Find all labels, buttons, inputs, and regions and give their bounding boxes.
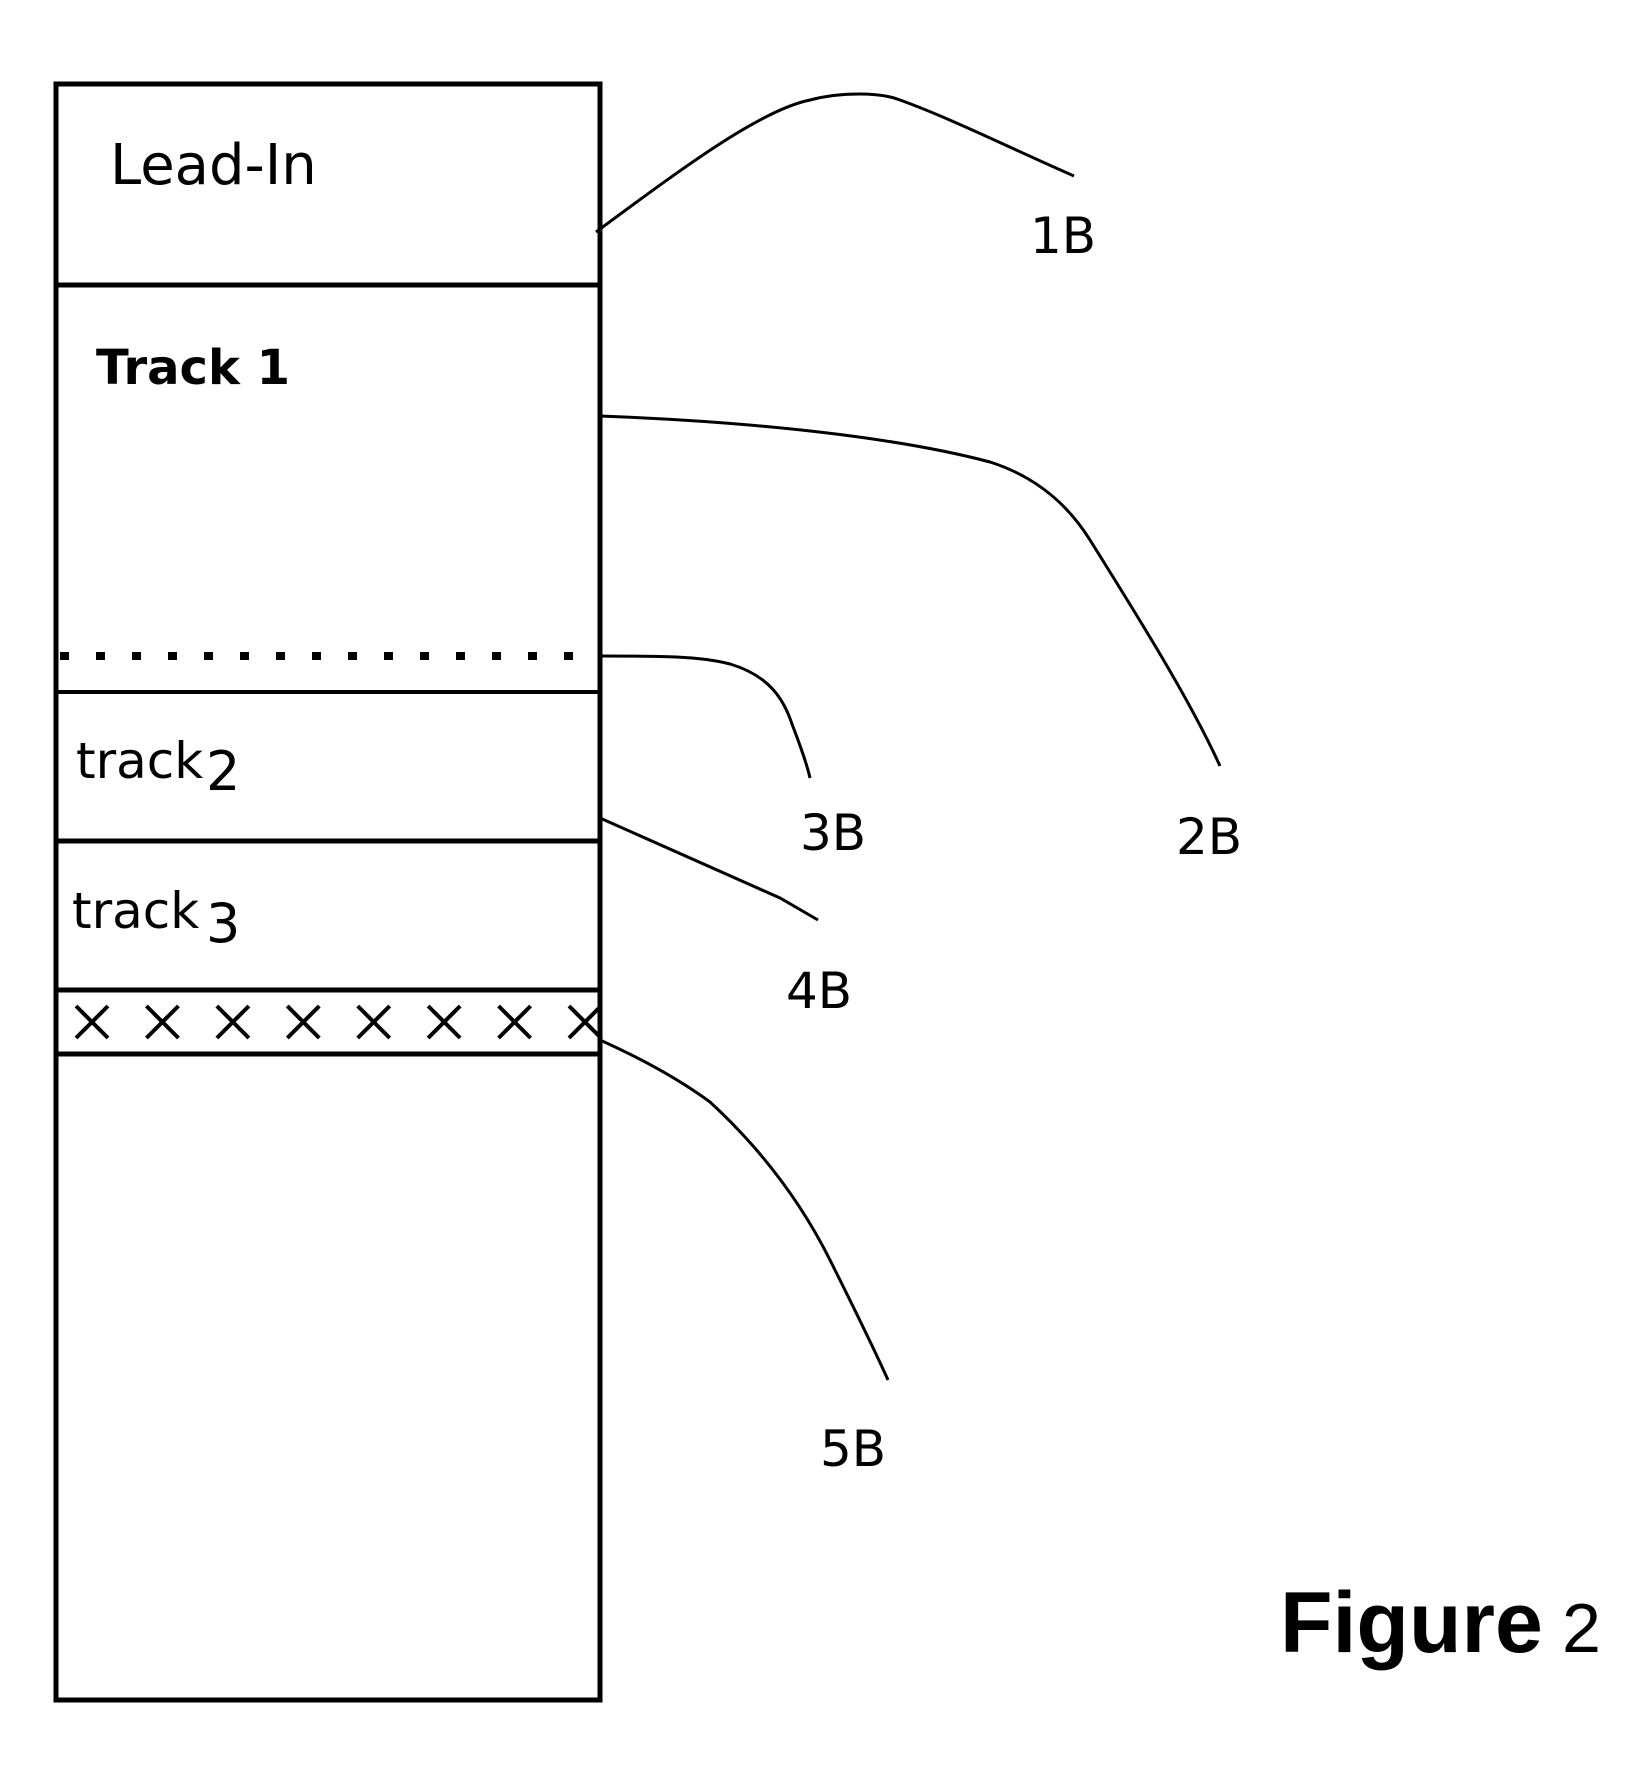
leader-line-1B (595, 92, 1075, 234)
lead-in-label: Lead-In (110, 133, 317, 198)
x-mark (145, 1004, 180, 1040)
track-3-label: track (72, 882, 199, 940)
figure-number: 2 (1562, 1589, 1601, 1667)
disc-layout-diagram: Lead-In Track 1 track 2 track 3 1B 2B 3B… (53, 81, 1601, 1703)
region-x-strip (74, 1004, 603, 1040)
track-1-label: Track 1 (96, 340, 290, 396)
region-track-2: track 2 (56, 732, 600, 844)
x-mark (356, 1004, 392, 1040)
x-mark (426, 1004, 462, 1040)
track-2-label: track (76, 732, 203, 790)
figure-title: Figure (1280, 1575, 1543, 1671)
ref-label-5B: 5B (820, 1420, 886, 1478)
ref-label-1B: 1B (1030, 207, 1096, 265)
ref-label-3B: 3B (800, 804, 866, 862)
ref-label-4B: 4B (786, 962, 852, 1020)
leader-line-2B (599, 414, 1222, 767)
leader-line-5B (599, 1038, 890, 1381)
x-mark (74, 1004, 110, 1040)
track-2-number: 2 (206, 740, 240, 803)
track-3-number: 3 (206, 892, 240, 955)
x-mark (567, 1004, 603, 1040)
x-mark (215, 1004, 251, 1040)
leader-line-3B (599, 654, 812, 779)
region-track-1: Track 1 (56, 340, 600, 694)
x-mark (285, 1004, 321, 1040)
x-mark (497, 1004, 532, 1040)
ref-label-2B: 2B (1176, 808, 1242, 866)
region-track-3: track 3 (56, 882, 600, 993)
leader-line-4B (599, 816, 819, 922)
region-lead-in: Lead-In (56, 133, 600, 288)
